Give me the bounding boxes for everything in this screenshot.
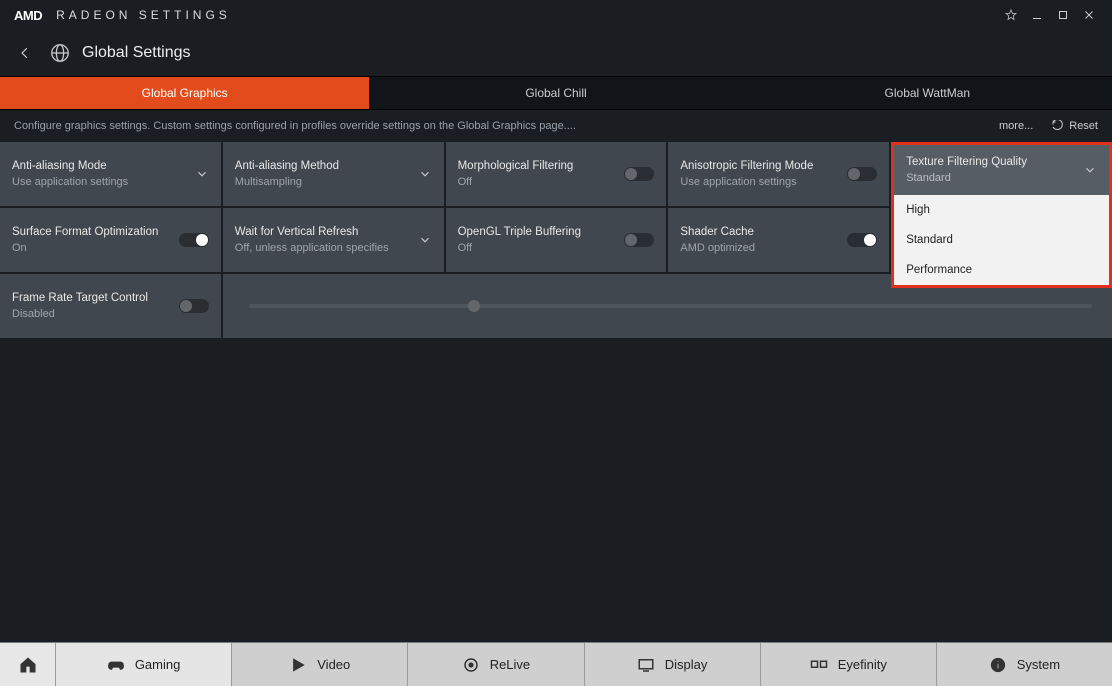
setting-texture-quality[interactable]: Texture Filtering Quality Standard — [894, 145, 1109, 195]
globe-icon — [48, 41, 72, 65]
toggle-switch[interactable] — [179, 299, 209, 313]
setting-aa-method[interactable]: Anti-aliasing Method Multisampling — [223, 142, 444, 206]
description-text: Configure graphics settings. Custom sett… — [14, 120, 576, 132]
setting-label: Shader Cache — [680, 226, 755, 238]
chevron-down-icon — [195, 167, 209, 181]
setting-value: Multisampling — [235, 176, 339, 188]
setting-value: Use application settings — [12, 176, 128, 188]
tab-global-graphics[interactable]: Global Graphics — [0, 77, 371, 109]
tab-global-chill[interactable]: Global Chill — [371, 77, 742, 109]
monitor-icon — [637, 656, 655, 674]
gamepad-icon — [107, 656, 125, 674]
setting-value: Use application settings — [680, 176, 813, 188]
setting-surface-opt[interactable]: Surface Format Optimization On — [0, 208, 221, 272]
toggle-switch[interactable] — [847, 167, 877, 181]
texture-quality-dropdown: Texture Filtering Quality Standard High … — [891, 142, 1112, 288]
play-icon — [289, 656, 307, 674]
setting-label: Anti-aliasing Method — [235, 160, 339, 172]
section-tabs: Global Graphics Global Chill Global Watt… — [0, 76, 1112, 110]
nav-label: Display — [665, 657, 708, 672]
reset-label: Reset — [1069, 120, 1098, 132]
content-area — [0, 338, 1112, 642]
setting-label: Anti-aliasing Mode — [12, 160, 128, 172]
nav-label: Eyefinity — [838, 657, 887, 672]
page-title: Global Settings — [82, 44, 191, 62]
nav-label: Gaming — [135, 657, 181, 672]
nav-tab-system[interactable]: System — [937, 643, 1112, 686]
toggle-switch[interactable] — [847, 233, 877, 247]
setting-value: Standard — [906, 172, 1027, 184]
setting-label: Anisotropic Filtering Mode — [680, 160, 813, 172]
dropdown-option-standard[interactable]: Standard — [894, 225, 1109, 255]
setting-value: Off — [458, 242, 581, 254]
setting-value: Off — [458, 176, 574, 188]
amd-logo: AMD — [14, 8, 42, 23]
setting-value: Disabled — [12, 308, 148, 320]
nav-label: Video — [317, 657, 350, 672]
info-icon — [989, 656, 1007, 674]
setting-morph-filter[interactable]: Morphological Filtering Off — [446, 142, 667, 206]
setting-value: On — [12, 242, 158, 254]
chevron-down-icon — [418, 233, 432, 247]
setting-vsync[interactable]: Wait for Vertical Refresh Off, unless ap… — [223, 208, 444, 272]
titlebar: AMD RADEON SETTINGS — [0, 0, 1112, 30]
setting-aa-mode[interactable]: Anti-aliasing Mode Use application setti… — [0, 142, 221, 206]
nav-label: ReLive — [490, 657, 530, 672]
favorite-button[interactable] — [998, 2, 1024, 28]
setting-label: Morphological Filtering — [458, 160, 574, 172]
setting-label: Wait for Vertical Refresh — [235, 226, 389, 238]
setting-frtc[interactable]: Frame Rate Target Control Disabled — [0, 274, 221, 338]
close-button[interactable] — [1076, 2, 1102, 28]
setting-label: Texture Filtering Quality — [906, 156, 1027, 168]
page-header: Global Settings — [0, 30, 1112, 76]
reset-button[interactable]: Reset — [1051, 120, 1098, 132]
setting-label: Frame Rate Target Control — [12, 292, 148, 304]
setting-shader-cache[interactable]: Shader Cache AMD optimized — [668, 208, 889, 272]
app-title: RADEON SETTINGS — [56, 8, 231, 22]
slider-track[interactable] — [249, 304, 1092, 308]
slider-knob[interactable] — [468, 300, 480, 312]
dropdown-option-performance[interactable]: Performance — [894, 255, 1109, 285]
maximize-button[interactable] — [1050, 2, 1076, 28]
toggle-switch[interactable] — [624, 167, 654, 181]
setting-label: OpenGL Triple Buffering — [458, 226, 581, 238]
bottom-nav: Gaming Video ReLive Display Eyefinity Sy… — [0, 642, 1112, 686]
chevron-down-icon — [1083, 163, 1097, 177]
tab-global-wattman[interactable]: Global WattMan — [743, 77, 1112, 109]
setting-value: Off, unless application specifies — [235, 242, 389, 254]
setting-aniso-mode[interactable]: Anisotropic Filtering Mode Use applicati… — [668, 142, 889, 206]
nav-tab-relive[interactable]: ReLive — [408, 643, 584, 686]
more-button[interactable]: more... — [999, 120, 1033, 132]
setting-triple-buffer[interactable]: OpenGL Triple Buffering Off — [446, 208, 667, 272]
record-icon — [462, 656, 480, 674]
nav-tab-video[interactable]: Video — [232, 643, 408, 686]
multi-monitor-icon — [810, 656, 828, 674]
nav-tab-display[interactable]: Display — [585, 643, 761, 686]
nav-tab-gaming[interactable]: Gaming — [56, 643, 232, 686]
toggle-switch[interactable] — [624, 233, 654, 247]
back-button[interactable] — [14, 42, 36, 64]
setting-value: AMD optimized — [680, 242, 755, 254]
home-button[interactable] — [0, 643, 56, 686]
chevron-down-icon — [418, 167, 432, 181]
nav-label: System — [1017, 657, 1060, 672]
settings-grid: Anti-aliasing Mode Use application setti… — [0, 142, 1112, 338]
dropdown-option-high[interactable]: High — [894, 195, 1109, 225]
description-bar: Configure graphics settings. Custom sett… — [0, 110, 1112, 142]
setting-label: Surface Format Optimization — [12, 226, 158, 238]
toggle-switch[interactable] — [179, 233, 209, 247]
minimize-button[interactable] — [1024, 2, 1050, 28]
nav-tab-eyefinity[interactable]: Eyefinity — [761, 643, 937, 686]
